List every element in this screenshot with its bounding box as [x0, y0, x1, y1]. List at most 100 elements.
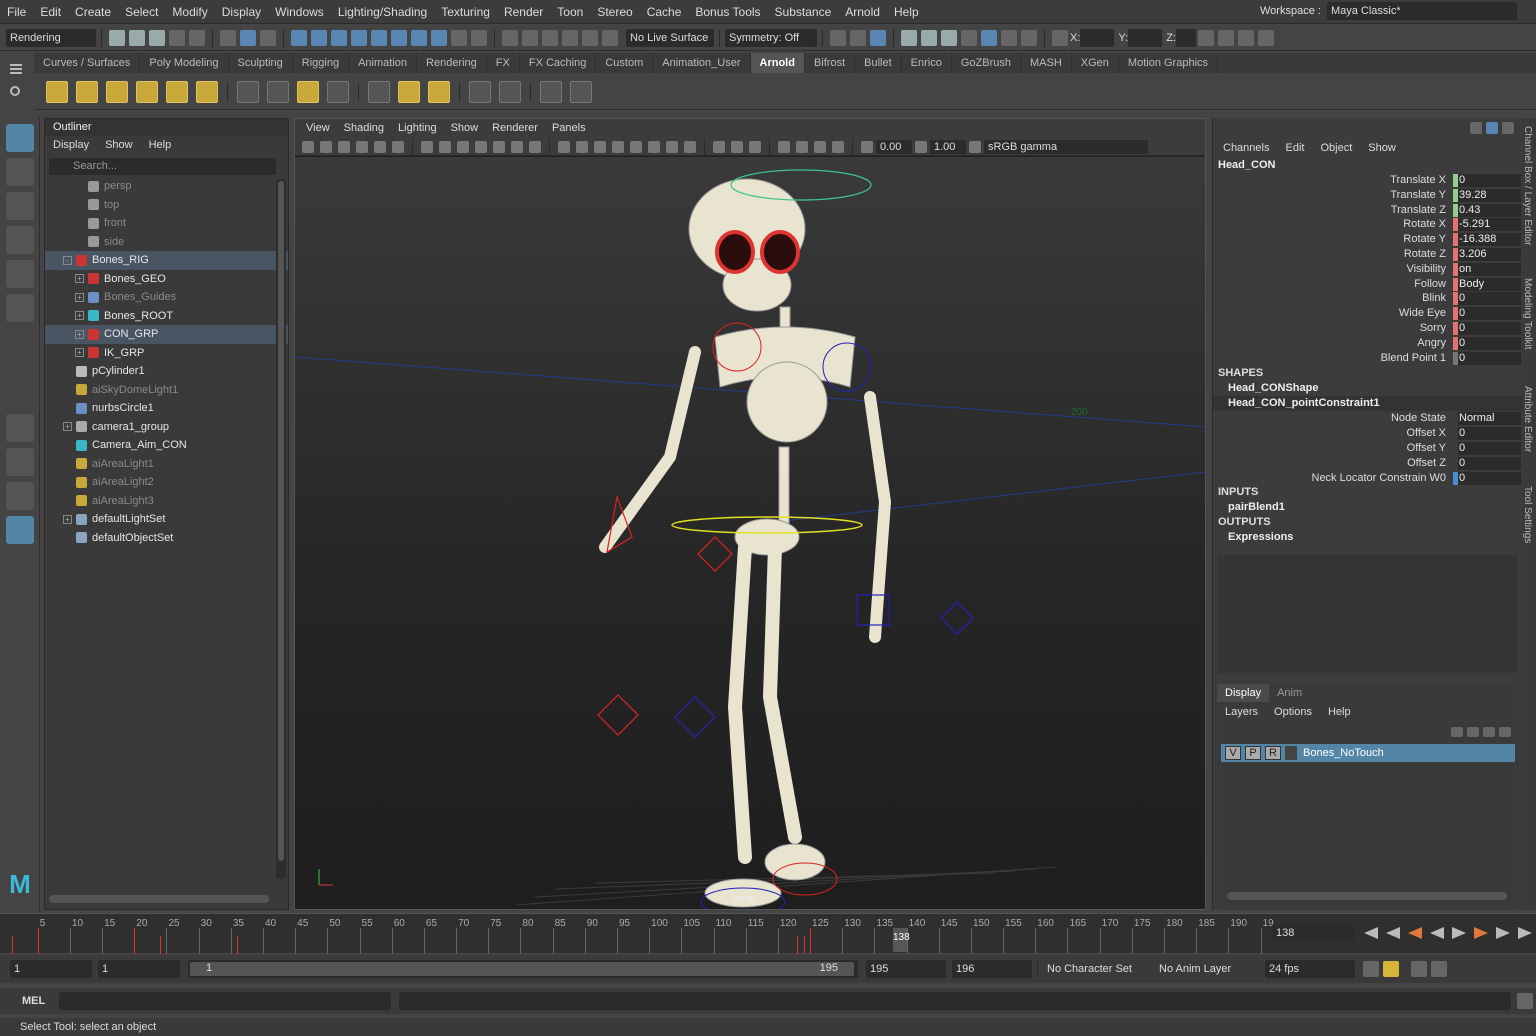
animation-start-field[interactable]: 1 — [10, 960, 92, 978]
channel-value-field[interactable]: 39.28 — [1453, 188, 1521, 202]
ai-flush-textures-icon[interactable] — [398, 80, 420, 103]
channel-value-field[interactable]: 0 — [1453, 336, 1521, 350]
channel-value-field[interactable]: on — [1453, 262, 1521, 276]
menu-display[interactable]: Display — [215, 2, 268, 22]
expand-toggle-icon[interactable]: - — [63, 255, 72, 265]
ambient-occlusion-icon[interactable] — [684, 140, 696, 153]
outliner-item-aiarealight2[interactable]: aiAreaLight2 — [45, 473, 288, 492]
channel-value-field[interactable]: -16.388 — [1453, 233, 1521, 247]
command-input[interactable] — [59, 992, 392, 1010]
channel-angry[interactable]: Angry 0 — [1213, 336, 1522, 351]
menu-select[interactable]: Select — [118, 2, 165, 22]
snap-view-icon[interactable] — [351, 29, 367, 46]
reflection-icon[interactable] — [602, 29, 618, 46]
channel-rotate-y[interactable]: Rotate Y -16.388 — [1213, 232, 1522, 247]
ai-area-light-icon[interactable] — [46, 80, 68, 103]
wireframe-on-shaded-icon[interactable] — [612, 140, 624, 153]
symmetry-dropdown[interactable]: Symmetry: Off — [725, 28, 817, 47]
channel-visibility[interactable]: Visibility on — [1213, 262, 1522, 277]
shelf-tab-fx[interactable]: FX — [487, 53, 520, 73]
channel-value-field[interactable]: 0 — [1453, 174, 1521, 187]
soft-select-icon[interactable] — [542, 29, 558, 46]
tool-settings-icon[interactable] — [1237, 29, 1254, 46]
outliner-item-defaultobjectset[interactable]: defaultObjectSet — [45, 529, 288, 548]
ai-standin-icon[interactable] — [237, 80, 259, 103]
channel-blink[interactable]: Blink 0 — [1213, 291, 1522, 306]
shelf-tab-motion-graphics[interactable]: Motion Graphics — [1119, 53, 1219, 73]
camera-attributes-icon[interactable] — [320, 140, 332, 153]
smooth-shade-icon[interactable] — [576, 140, 588, 153]
snap-grid-icon[interactable] — [291, 29, 307, 46]
layer-color-swatch[interactable] — [1285, 746, 1297, 760]
shelf-tab-xgen[interactable]: XGen — [1072, 53, 1119, 73]
safe-action-icon[interactable] — [511, 140, 523, 153]
layer-playback-toggle[interactable]: P — [1245, 746, 1261, 760]
side-tab-channel-box-layer-editor[interactable]: Channel Box / Layer Editor — [1522, 126, 1533, 246]
play-icon[interactable] — [570, 80, 592, 103]
side-tab-modeling-toolkit[interactable]: Modeling Toolkit — [1522, 278, 1533, 350]
viewport-menu-shading[interactable]: Shading — [337, 119, 391, 138]
step-forward-frame-icon[interactable] — [1496, 927, 1510, 939]
outliner-item-defaultlightset[interactable]: + defaultLightSet — [45, 510, 288, 529]
outliner-layout-icon[interactable] — [6, 516, 34, 544]
layer-tab-anim[interactable]: Anim — [1269, 684, 1310, 702]
layer-menu-options[interactable]: Options — [1266, 706, 1320, 718]
menu-toon[interactable]: Toon — [550, 2, 590, 22]
outliner-item-ik-grp[interactable]: + IK_GRP — [45, 344, 288, 363]
channel-box-help-icon[interactable] — [1486, 122, 1498, 134]
menuset-dropdown[interactable]: Rendering — [6, 28, 96, 47]
use-all-lights-icon[interactable] — [648, 140, 660, 153]
shadows-icon[interactable] — [666, 140, 678, 153]
snap-live-icon[interactable] — [411, 29, 427, 46]
expand-toggle-icon[interactable]: + — [63, 514, 72, 524]
lock-icon[interactable] — [451, 29, 467, 46]
ai-photometric-light-icon[interactable] — [106, 80, 128, 103]
gate-mask-icon[interactable] — [475, 140, 487, 153]
ai-material-icon[interactable] — [499, 80, 521, 103]
z-field[interactable] — [1175, 28, 1196, 47]
motion-blur-icon[interactable] — [713, 140, 725, 153]
character-set-dropdown[interactable]: No Character Set — [1043, 960, 1143, 978]
shelf-tab-animation[interactable]: Animation — [349, 53, 418, 73]
fps-dropdown[interactable]: 24 fps — [1265, 960, 1355, 978]
workspace-dropdown[interactable]: Maya Classic* — [1326, 2, 1517, 20]
shelf-tab-gozbrush[interactable]: GoZBrush — [952, 53, 1021, 73]
play-backwards-icon[interactable] — [1430, 927, 1444, 939]
channel-value-field[interactable]: Body — [1453, 277, 1521, 291]
menu-arnold[interactable]: Arnold — [838, 2, 887, 22]
ai-light-manager-icon[interactable] — [469, 80, 491, 103]
channel-box-float-icon[interactable] — [1502, 122, 1514, 134]
shelf-tab-rigging[interactable]: Rigging — [293, 53, 350, 73]
layer-tab-display[interactable]: Display — [1217, 684, 1270, 702]
outliner-item-camera-aim-con[interactable]: Camera_Aim_CON — [45, 436, 288, 455]
snap-curve-icon[interactable] — [311, 29, 327, 46]
outliner-search-input[interactable]: Search... — [49, 158, 276, 175]
snap-vertex-icon[interactable] — [391, 29, 407, 46]
channel-box-sync-icon[interactable] — [1470, 122, 1482, 134]
colorspace-dropdown[interactable]: sRGB gamma — [984, 139, 1148, 154]
outliner-item-camera1-group[interactable]: + camera1_group — [45, 418, 288, 437]
outliner-item-aiskydomelight1[interactable]: aiSkyDomeLight1 — [45, 381, 288, 400]
move-layer-up-icon[interactable] — [1451, 727, 1463, 737]
layer-menu-layers[interactable]: Layers — [1217, 706, 1266, 718]
go-to-start-icon[interactable] — [1364, 927, 1378, 939]
range-slider[interactable]: 1 195 — [188, 960, 858, 978]
output-node-expressions[interactable]: Expressions — [1213, 530, 1522, 545]
channel-menu-object[interactable]: Object — [1312, 138, 1360, 158]
channel-translate-z[interactable]: Translate Z 0.43 — [1213, 203, 1522, 218]
help-icon[interactable] — [431, 29, 447, 46]
new-layer-selected-icon[interactable] — [1499, 727, 1511, 737]
viewport-menu-panels[interactable]: Panels — [545, 119, 593, 138]
resolution-gate-icon[interactable] — [457, 140, 469, 153]
exposure-field[interactable]: 0.00 — [876, 139, 912, 154]
render-view-icon[interactable] — [901, 29, 917, 46]
play-forwards-icon[interactable] — [1452, 927, 1466, 939]
render-settings-icon[interactable] — [921, 29, 937, 46]
current-frame-field[interactable]: 138 — [1272, 924, 1354, 942]
select-component-icon[interactable] — [260, 29, 276, 46]
channel-value-field[interactable]: 0 — [1453, 471, 1521, 485]
outliner-item-bones-guides[interactable]: + Bones_Guides — [45, 288, 288, 307]
xray-joints-icon[interactable] — [814, 140, 826, 153]
gamma-field[interactable]: 1.00 — [930, 139, 966, 154]
undo-icon[interactable] — [169, 29, 185, 46]
